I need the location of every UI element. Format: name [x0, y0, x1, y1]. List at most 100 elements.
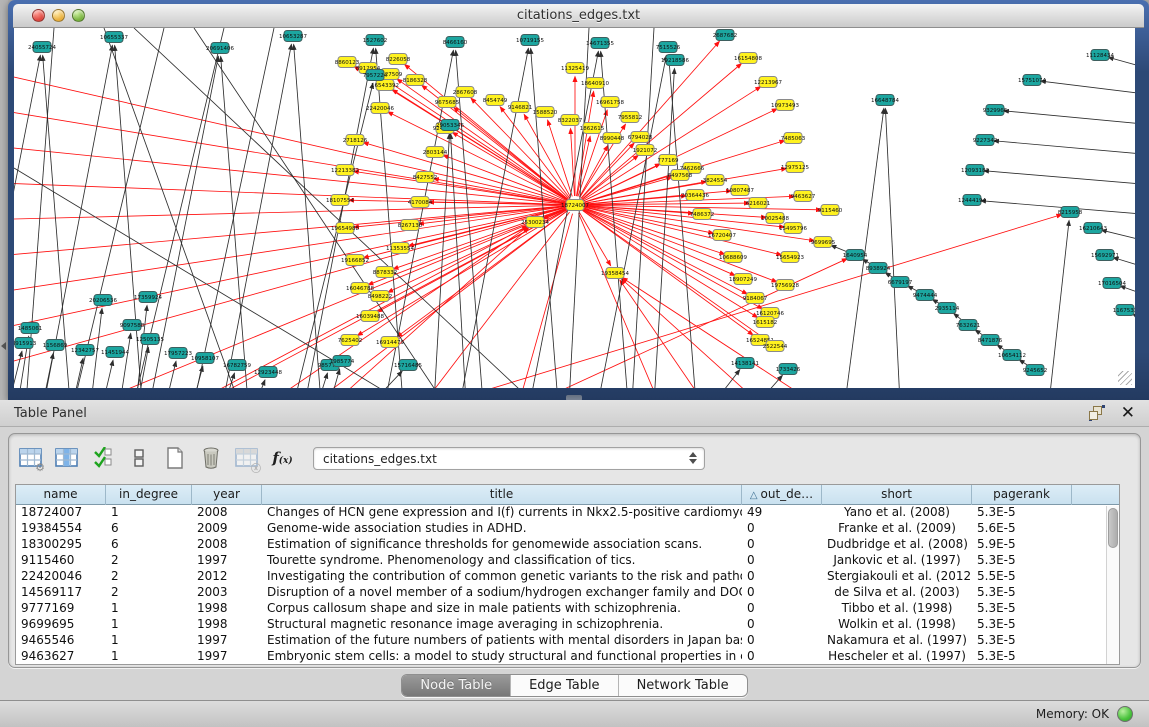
show-columns-icon[interactable]	[53, 445, 80, 472]
cell-year[interactable]: 2008	[192, 505, 262, 521]
graph-node[interactable]: 16154808	[734, 53, 762, 64]
graph-node[interactable]: 16210643	[1079, 223, 1107, 234]
column-header-short[interactable]: short	[822, 485, 972, 505]
table-row[interactable]: 2242004622012Investigating the contribut…	[16, 569, 1119, 585]
function-builder-icon[interactable]: f(x)	[269, 445, 296, 472]
graph-node[interactable]: 17359924	[134, 292, 162, 303]
cell-pagerank[interactable]: 5.3E-5	[972, 601, 1072, 617]
cell-short[interactable]: Wolkin et al. (1998)	[822, 617, 972, 633]
graph-node[interactable]: 1640954	[843, 250, 868, 261]
graph-node[interactable]: 9329966	[983, 105, 1008, 116]
graph-node[interactable]: 7515526	[656, 42, 681, 53]
graph-node[interactable]: 10688609	[719, 252, 747, 263]
graph-node[interactable]: 12093182	[961, 165, 989, 176]
graph-node[interactable]: 7632621	[956, 320, 981, 331]
graph-node[interactable]: 16039488	[356, 311, 384, 322]
graph-node[interactable]: 15654923	[776, 252, 804, 263]
graph-node[interactable]: 20691406	[206, 43, 234, 54]
cell-in_degree[interactable]: 2	[106, 553, 192, 569]
graph-node[interactable]: 24055724	[28, 42, 56, 53]
graph-node[interactable]: 1588520	[533, 107, 558, 118]
cell-title[interactable]: Embryonic stem cells: a model to study s…	[262, 649, 742, 665]
graph-node[interactable]: 12213382	[331, 165, 359, 176]
cell-pagerank[interactable]: 5.5E-5	[972, 569, 1072, 585]
close-panel-icon[interactable]: ✕	[1121, 403, 1135, 423]
cell-year[interactable]: 1997	[192, 553, 262, 569]
cell-title[interactable]: Structural magnetic resonance image aver…	[262, 617, 742, 633]
graph-node[interactable]: 10719155	[516, 35, 544, 46]
cell-in_degree[interactable]: 1	[106, 601, 192, 617]
network-window-titlebar[interactable]: citations_edges.txt	[13, 4, 1144, 28]
graph-node[interactable]: 18640910	[581, 78, 609, 89]
graph-node[interactable]: 9146821	[508, 102, 533, 113]
graph-node[interactable]: 19358454	[601, 268, 629, 279]
graph-node[interactable]: 11353554	[386, 243, 414, 254]
cell-name[interactable]: 14569117	[16, 585, 106, 601]
cell-short[interactable]: de Silva et al. (2003)	[822, 585, 972, 601]
cell-year[interactable]: 1997	[192, 633, 262, 649]
cell-short[interactable]: Nakamura et al. (1997)	[822, 633, 972, 649]
graph-node[interactable]: 8990448	[600, 133, 625, 144]
cell-title[interactable]: Estimation of significance thresholds fo…	[262, 537, 742, 553]
scrollbar-thumb[interactable]	[1108, 508, 1118, 548]
table-row[interactable]: 969969511998Structural magnetic resonanc…	[16, 617, 1119, 633]
graph-node[interactable]: 9675685	[435, 97, 460, 108]
cell-out_degree[interactable]: 0	[742, 649, 822, 665]
graph-node[interactable]: 8215958	[1058, 207, 1083, 218]
graph-node[interactable]: 2803144	[423, 147, 448, 158]
cell-name[interactable]: 9463627	[16, 649, 106, 665]
cell-in_degree[interactable]: 1	[106, 505, 192, 521]
cell-short[interactable]: Hescheler et al. (1997)	[822, 649, 972, 665]
graph-node[interactable]: 12923448	[254, 367, 282, 378]
cell-name[interactable]: 22420046	[16, 569, 106, 585]
graph-node[interactable]: 8427552	[413, 172, 438, 183]
cell-title[interactable]: Tourette syndrome. Phenomenology and cla…	[262, 553, 742, 569]
graph-node[interactable]: 7957224	[363, 70, 388, 81]
tab-node-table[interactable]: Node Table	[402, 675, 511, 696]
cell-out_degree[interactable]: 0	[742, 537, 822, 553]
cell-in_degree[interactable]: 1	[106, 617, 192, 633]
tab-network-table[interactable]: Network Table	[619, 675, 747, 696]
graph-node[interactable]: 8466160	[443, 37, 468, 48]
cell-short[interactable]: Tibbo et al. (1998)	[822, 601, 972, 617]
cell-pagerank[interactable]: 5.9E-5	[972, 537, 1072, 553]
graph-node[interactable]: 19218586	[661, 55, 689, 66]
graph-node[interactable]: 4170084	[408, 197, 433, 208]
graph-node[interactable]: 1921072	[633, 145, 658, 156]
graph-node[interactable]: 3915913	[14, 338, 37, 349]
graph-node[interactable]: 12505135	[136, 334, 164, 345]
cell-title[interactable]: Disruption of a novel member of a sodium…	[262, 585, 742, 601]
graph-node[interactable]: 20364436	[681, 190, 709, 201]
graph-node[interactable]: 15751074	[1018, 75, 1046, 86]
cell-out_degree[interactable]: 49	[742, 505, 822, 521]
cell-pagerank[interactable]: 5.3E-5	[972, 553, 1072, 569]
cell-year[interactable]: 2009	[192, 521, 262, 537]
table-settings-icon[interactable]: ⚙	[17, 445, 44, 472]
graph-node[interactable]: 6497568	[668, 170, 693, 181]
column-header-pagerank[interactable]: pagerank	[972, 485, 1072, 505]
graph-node[interactable]: 17016504	[1098, 278, 1126, 289]
cell-in_degree[interactable]: 1	[106, 649, 192, 665]
graph-node[interactable]: 16543392	[371, 80, 399, 91]
graph-node[interactable]: 7486372	[690, 209, 715, 220]
cell-year[interactable]: 2012	[192, 569, 262, 585]
cell-short[interactable]: Jankovic et al. (1997)	[822, 553, 972, 569]
cell-in_degree[interactable]: 6	[106, 521, 192, 537]
table-vertical-scrollbar[interactable]	[1106, 506, 1119, 664]
table-row[interactable]: 1938455462009Genome-wide association stu…	[16, 521, 1119, 537]
select-columns-icon[interactable]	[89, 445, 116, 472]
graph-node[interactable]: 16782759	[223, 360, 251, 371]
graph-node[interactable]: 15495796	[779, 223, 807, 234]
graph-node[interactable]: 2718126	[343, 135, 368, 146]
graph-node[interactable]: 11325419	[561, 63, 589, 74]
graph-node[interactable]: 22420046	[366, 103, 394, 114]
graph-node[interactable]: 10958107	[191, 353, 219, 364]
graph-node[interactable]: 6216021	[746, 198, 771, 209]
graph-node[interactable]: 9474444	[913, 290, 938, 301]
cell-in_degree[interactable]: 6	[106, 537, 192, 553]
graph-node[interactable]: 16720407	[708, 230, 736, 241]
graph-node[interactable]: 9227342	[973, 135, 998, 146]
cell-short[interactable]: Stergiakouli et al. (2012)	[822, 569, 972, 585]
graph-node[interactable]: 10655337	[100, 32, 128, 43]
cell-in_degree[interactable]: 2	[106, 569, 192, 585]
